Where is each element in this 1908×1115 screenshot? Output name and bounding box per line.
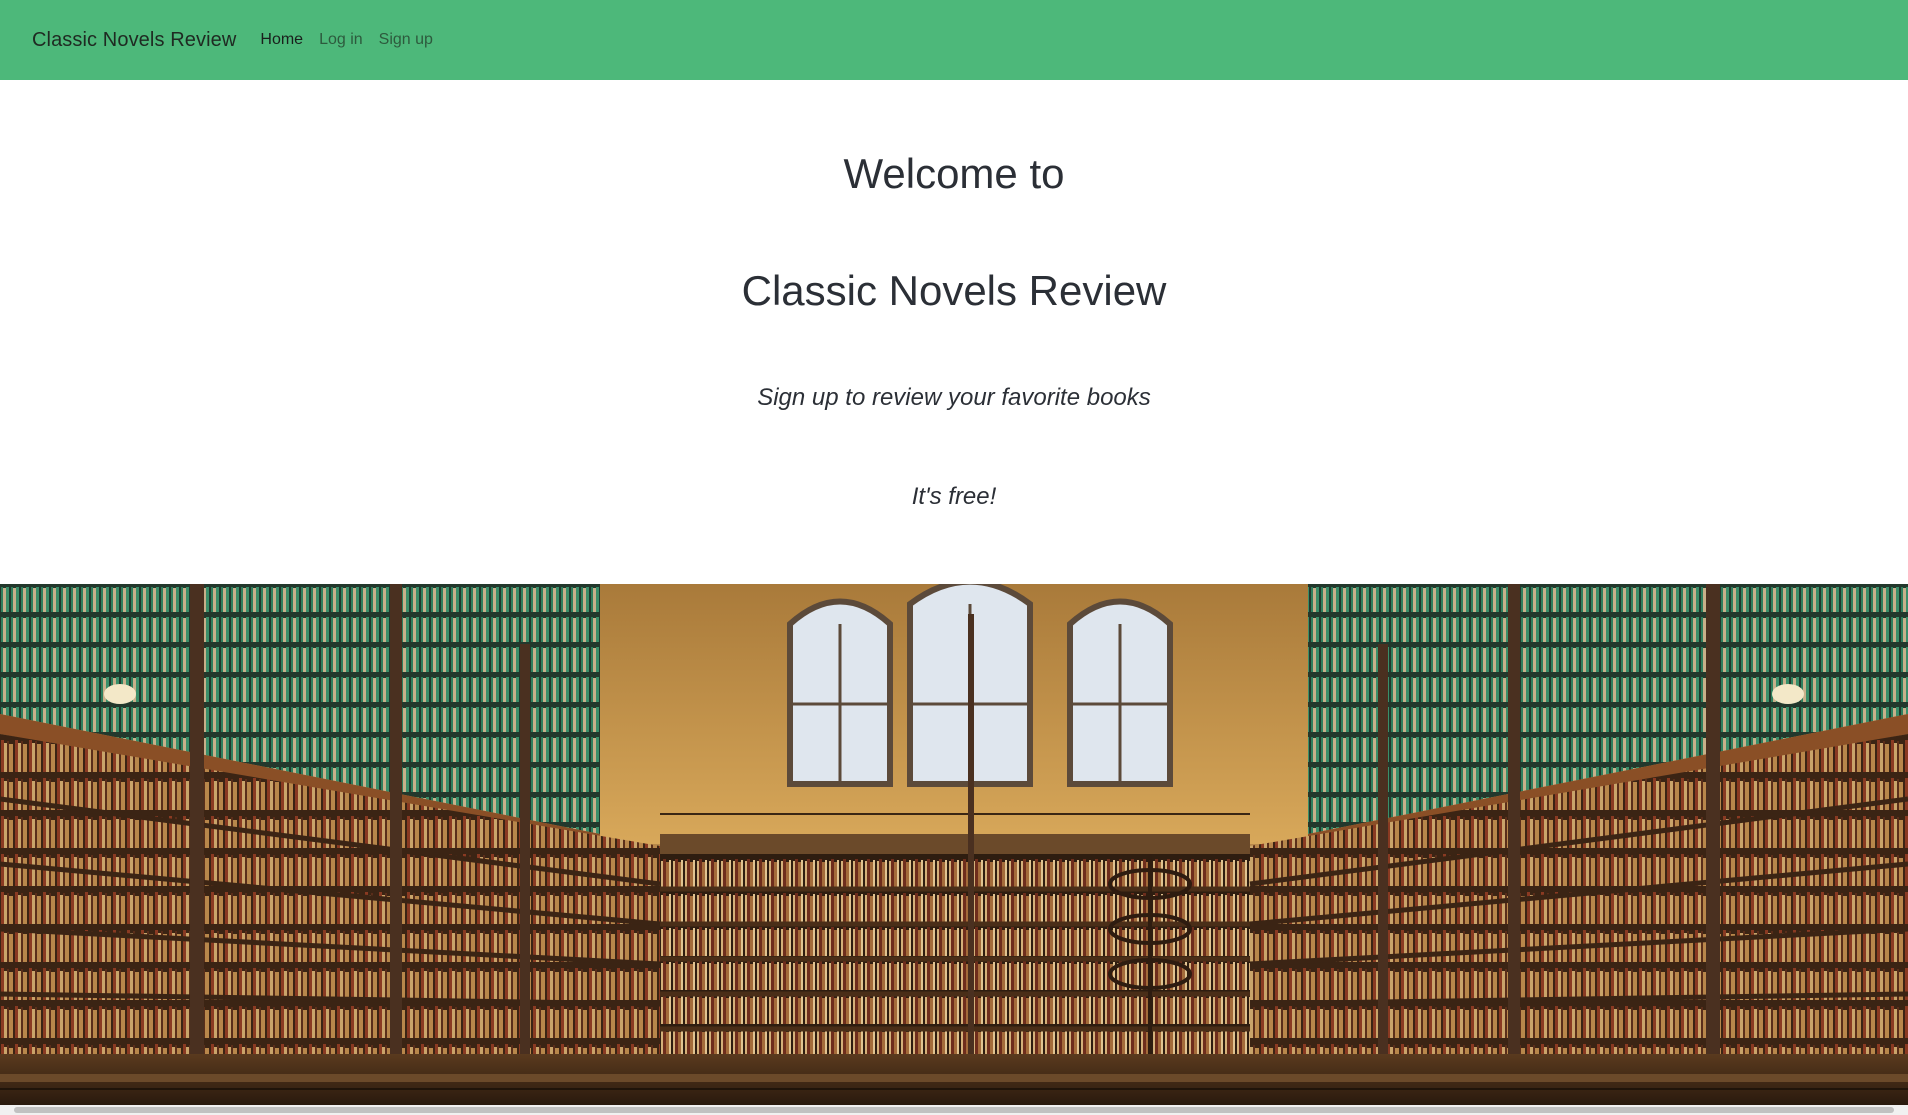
tagline: Sign up to review your favorite books [757,384,1151,411]
free-note: It's free! [911,483,997,510]
scrollbar-thumb[interactable] [14,1107,1894,1113]
hero-section: Welcome to Classic Novels Review Sign up… [0,80,1908,584]
nav-links: Home Log in Sign up [260,31,449,49]
welcome-heading: Welcome to [843,150,1065,197]
horizontal-scrollbar[interactable] [0,1105,1908,1115]
nav-link-home[interactable]: Home [260,31,303,49]
nav-link-login[interactable]: Log in [319,31,363,49]
nav-link-signup[interactable]: Sign up [379,31,433,49]
navbar: Classic Novels Review Home Log in Sign u… [0,0,1908,80]
site-title: Classic Novels Review [741,267,1167,314]
brand-link[interactable]: Classic Novels Review [32,29,236,52]
library-photo [0,584,1908,1105]
